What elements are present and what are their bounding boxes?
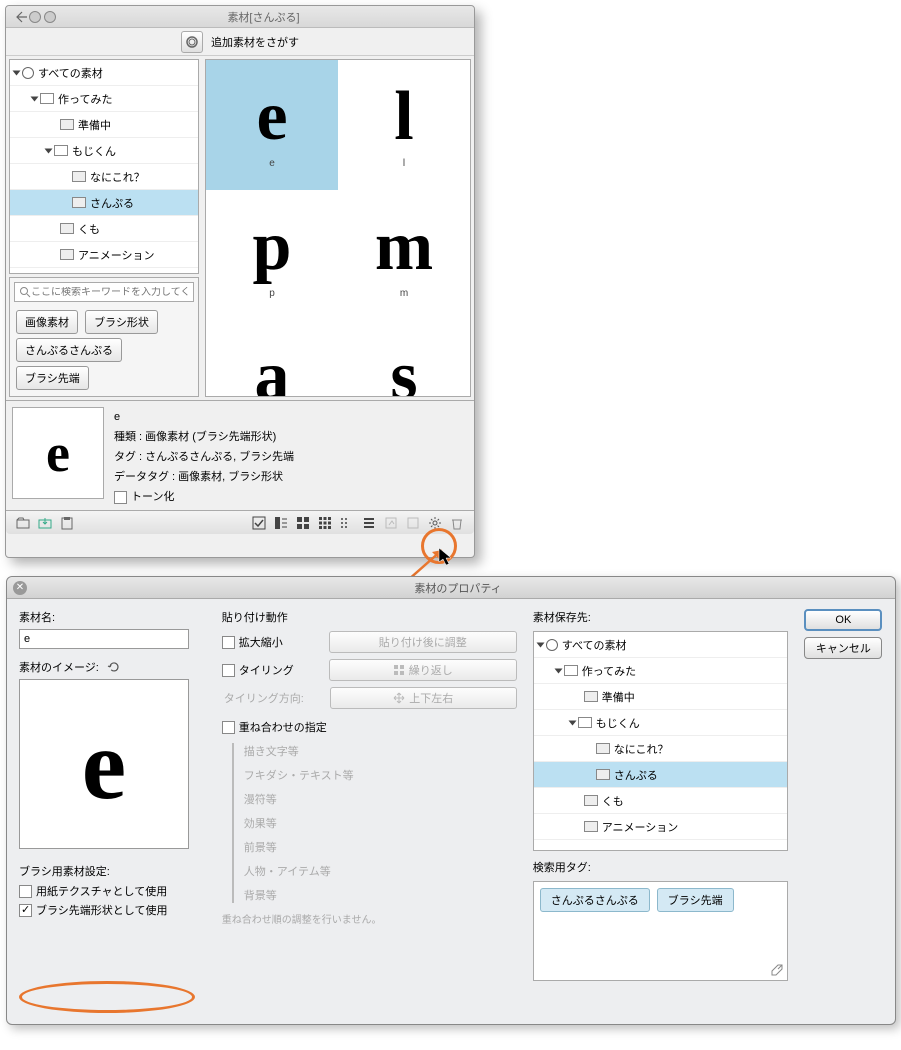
search-box[interactable]: [14, 282, 194, 302]
tree-item[interactable]: 準備中: [10, 112, 198, 138]
material-item[interactable]: aa: [206, 320, 338, 397]
folder-tree[interactable]: すべての素材 作ってみた 準備中 もじくん なにこれ？ さんぷる くも アニメー…: [9, 59, 199, 274]
tone-label: トーン化: [131, 491, 174, 503]
material-item-selected[interactable]: ee: [206, 60, 338, 190]
small-grid-icon[interactable]: [316, 514, 334, 532]
large-grid-icon[interactable]: [294, 514, 312, 532]
material-item[interactable]: pp: [206, 190, 338, 320]
properties-dialog: ✕ 素材のプロパティ 素材名: 素材のイメージ: e ブラシ用素材設定: 用紙テ…: [6, 576, 896, 1025]
detail-view-icon[interactable]: [272, 514, 290, 532]
dialog-titlebar: ✕ 素材のプロパティ: [7, 577, 895, 599]
tree-root[interactable]: すべての素材: [534, 632, 788, 658]
filter-tag[interactable]: ブラシ形状: [85, 310, 158, 334]
bottom-toolbar: [6, 510, 474, 534]
tree-item[interactable]: 作ってみた: [10, 86, 198, 112]
tone-checkbox[interactable]: [114, 491, 127, 504]
tree-item[interactable]: なにこれ？: [534, 736, 788, 762]
detail-name: e: [114, 407, 294, 427]
name-label: 素材名:: [19, 609, 206, 625]
tree-item-selected[interactable]: さんぷる: [534, 762, 788, 788]
search-input[interactable]: [31, 287, 189, 298]
tree-item[interactable]: もじくん: [10, 138, 198, 164]
titlebar: 素材[さんぷる]: [6, 6, 474, 28]
overlay-checkbox[interactable]: [222, 721, 235, 734]
tags-label: 検索用タグ:: [533, 859, 789, 875]
search-icon: [19, 286, 31, 298]
detail-thumbnail: e: [12, 407, 104, 499]
image-preview: e: [19, 679, 189, 849]
search-more-label[interactable]: 追加素材をさがす: [211, 34, 299, 50]
ok-button[interactable]: OK: [804, 609, 882, 631]
material-item[interactable]: mm: [338, 190, 470, 320]
tree-item[interactable]: アニメーション: [534, 814, 788, 840]
list-icon[interactable]: [360, 514, 378, 532]
collapse-icon[interactable]: [15, 10, 29, 24]
new-folder-icon[interactable]: [14, 514, 32, 532]
paste-section-label: 貼り付け動作: [222, 609, 517, 625]
material-item[interactable]: ss: [338, 320, 470, 397]
tree-root[interactable]: すべての素材: [10, 60, 198, 86]
brush-tip-checkbox[interactable]: [19, 904, 32, 917]
material-panel: 素材[さんぷる] 追加素材をさがす すべての素材 作ってみた 準備中 もじくん …: [5, 5, 475, 558]
tree-item[interactable]: もじくん: [534, 710, 788, 736]
filter-tag[interactable]: ブラシ先端: [16, 366, 89, 390]
minimize-window-icon[interactable]: [44, 11, 56, 23]
import-icon[interactable]: [36, 514, 54, 532]
tiling-dropdown[interactable]: 繰り返し: [329, 659, 517, 681]
scale-checkbox[interactable]: [222, 636, 235, 649]
cancel-button[interactable]: キャンセル: [804, 637, 882, 659]
tree-item[interactable]: 準備中: [534, 684, 788, 710]
filter-tag[interactable]: 画像素材: [16, 310, 78, 334]
detail-kind: 種類 : 画像素材 (ブラシ先端形状): [114, 427, 294, 447]
overlay-note: 重ね合わせ順の調整を行いません。: [222, 911, 517, 926]
tiling-checkbox[interactable]: [222, 664, 235, 677]
check-view-icon[interactable]: [250, 514, 268, 532]
detail-datatag: データタグ : 画像素材, ブラシ形状: [114, 467, 294, 487]
layer-order-list: 描き文字等 フキダシ・テキスト等 漫符等 効果等 前景等 人物・アイテム等 背景…: [232, 743, 517, 903]
tree-item[interactable]: くも: [534, 788, 788, 814]
search-more-icon[interactable]: [181, 31, 203, 53]
tree-item[interactable]: アニメーション: [10, 242, 198, 268]
trash-icon[interactable]: [448, 514, 466, 532]
paste-icon[interactable]: [58, 514, 76, 532]
scale-dropdown[interactable]: 貼り付け後に調整: [329, 631, 517, 653]
detail-tag: タグ : さんぷるさんぷる, ブラシ先端: [114, 447, 294, 467]
tree-item[interactable]: 作ってみた: [534, 658, 788, 684]
save-location-tree[interactable]: すべての素材 作ってみた 準備中 もじくん なにこれ？ さんぷる くも アニメー…: [533, 631, 789, 851]
annotation-ellipse: [19, 981, 195, 1013]
image-label: 素材のイメージ:: [19, 659, 99, 675]
tree-item-selected[interactable]: さんぷる: [10, 190, 198, 216]
dialog-title: 素材のプロパティ: [27, 580, 889, 596]
search-tag[interactable]: さんぷるさんぷる: [540, 888, 650, 912]
apply-icon[interactable]: [404, 514, 422, 532]
paper-texture-checkbox[interactable]: [19, 885, 32, 898]
material-grid[interactable]: ee ll pp mm aa ss: [205, 59, 471, 397]
tree-item[interactable]: くも: [10, 216, 198, 242]
detail-pane: e e 種類 : 画像素材 (ブラシ先端形状) タグ : さんぷるさんぷる, ブ…: [6, 400, 474, 510]
panel-title: 素材[さんぷる]: [59, 9, 468, 25]
save-location-label: 素材保存先:: [533, 609, 789, 625]
filter-pane: 画像素材 ブラシ形状 さんぷるさんぷる ブラシ先端: [9, 277, 199, 397]
panel-header: 追加素材をさがす: [6, 28, 474, 56]
name-input[interactable]: [19, 629, 189, 649]
settings-gear-icon[interactable]: [426, 514, 444, 532]
add-tag-icon[interactable]: [770, 963, 784, 977]
close-window-icon[interactable]: [29, 11, 41, 23]
tiling-dir-dropdown[interactable]: 上下左右: [330, 687, 517, 709]
cursor-icon: [438, 547, 454, 567]
brush-settings-label: ブラシ用素材設定:: [19, 863, 206, 879]
tree-item[interactable]: なにこれ？: [10, 164, 198, 190]
close-icon[interactable]: ✕: [13, 581, 27, 595]
paste-to-canvas-icon[interactable]: [382, 514, 400, 532]
refresh-icon[interactable]: [107, 660, 121, 674]
list-tiny-icon[interactable]: [338, 514, 356, 532]
tags-box[interactable]: さんぷるさんぷる ブラシ先端: [533, 881, 789, 981]
filter-tag[interactable]: さんぷるさんぷる: [16, 338, 122, 362]
material-item[interactable]: ll: [338, 60, 470, 190]
search-tag[interactable]: ブラシ先端: [657, 888, 734, 912]
